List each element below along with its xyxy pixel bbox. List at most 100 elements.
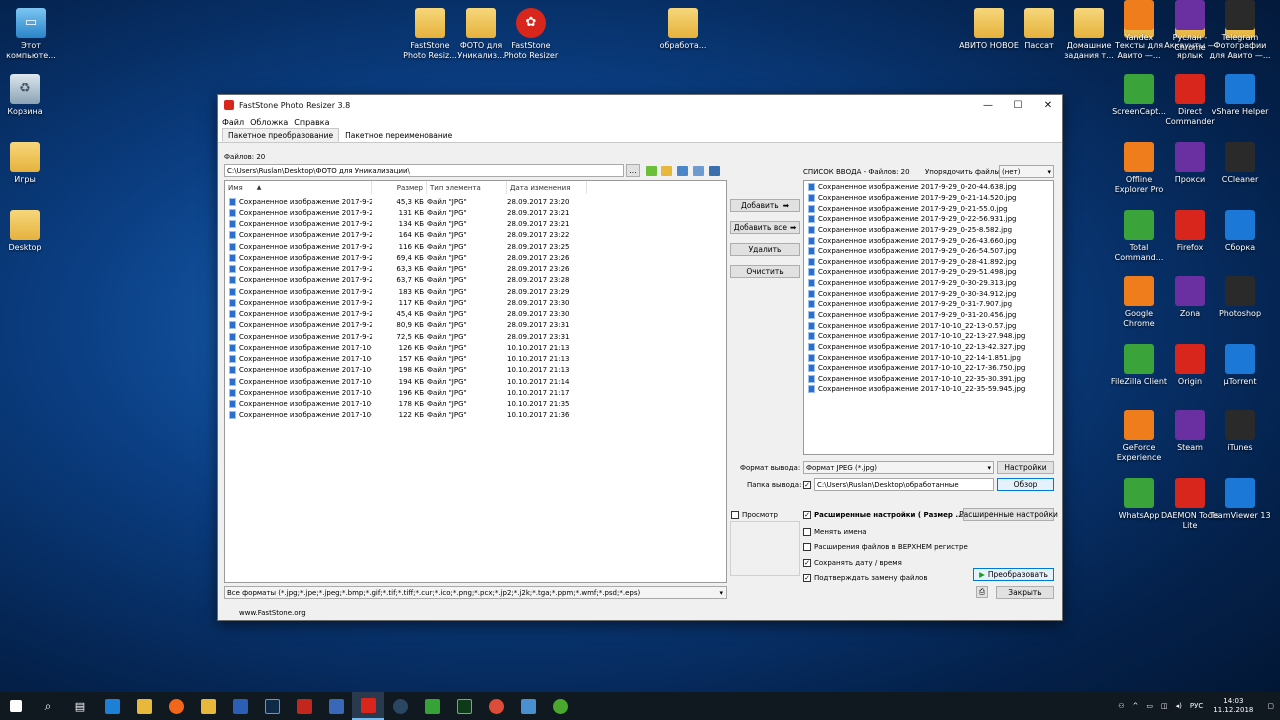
list-item[interactable]: Сохраненное изображение 2017-9-29_0-26-5… xyxy=(804,246,1053,257)
list-item[interactable]: Сохраненное изображение 2017-9-29_0-22-5… xyxy=(804,214,1053,225)
list-item[interactable]: Сохраненное изображение 2017-10-10_22-17… xyxy=(804,363,1053,374)
menu-file[interactable]: Файл xyxy=(222,118,244,127)
taskbar-filezilla[interactable] xyxy=(288,692,320,720)
desktop-icon-telegram[interactable]: Telegram xyxy=(1209,0,1271,43)
table-row[interactable]: Сохраненное изображение 2017-10-... 178 К… xyxy=(229,399,589,410)
table-row[interactable]: Сохраненное изображение 2017-9-2... 72,5 … xyxy=(229,331,589,342)
list-item[interactable]: Сохраненное изображение 2017-9-29_0-26-4… xyxy=(804,235,1053,246)
list-item[interactable]: Сохраненное изображение 2017-10-10_22-35… xyxy=(804,374,1053,385)
menu-help[interactable]: Справка xyxy=(294,118,329,127)
settings-button[interactable]: Настройки xyxy=(997,461,1054,474)
input-list[interactable]: Сохраненное изображение 2017-9-29_0-20-4… xyxy=(803,180,1054,455)
table-row[interactable]: Сохраненное изображение 2017-9-2... 45,3 … xyxy=(229,196,589,207)
table-row[interactable]: Сохраненное изображение 2017-9-2... 183 К… xyxy=(229,286,589,297)
taskbar-chrome[interactable] xyxy=(480,692,512,720)
view-details-icon[interactable] xyxy=(709,166,720,176)
taskbar-utorrent[interactable] xyxy=(544,692,576,720)
table-row[interactable]: Сохраненное изображение 2017-9-2... 164 К… xyxy=(229,230,589,241)
table-row[interactable]: Сохраненное изображение 2017-9-2... 45,4 … xyxy=(229,309,589,320)
preview-toggle[interactable]: Просмотр xyxy=(731,511,778,519)
tab-batch-convert[interactable]: Пакетное преобразование xyxy=(222,128,340,142)
taskbar-shield[interactable] xyxy=(224,692,256,720)
sort-select[interactable]: (нет) ▾ xyxy=(999,165,1054,178)
table-row[interactable]: Сохраненное изображение 2017-9-2... 134 К… xyxy=(229,219,589,230)
output-folder-checkbox[interactable]: ✓ xyxy=(803,481,811,489)
table-row[interactable]: Сохраненное изображение 2017-9-2... 117 К… xyxy=(229,297,589,308)
list-item[interactable]: Сохраненное изображение 2017-9-29_0-30-3… xyxy=(804,288,1053,299)
desktop-icon-winrar[interactable]: Сборка xyxy=(1209,210,1271,253)
option-uppercase-ext[interactable]: Расширения файлов в ВЕРХНЕМ регистре xyxy=(803,543,968,551)
table-row[interactable]: Сохраненное изображение 2017-10-... 122 К… xyxy=(229,410,589,421)
path-input[interactable]: C:\Users\Ruslan\Desktop\ФОТО для Уникали… xyxy=(224,164,624,177)
confirm-overwrite-checkbox[interactable]: ✓ xyxy=(803,574,811,582)
search-button[interactable]: ⌕ xyxy=(32,692,64,720)
desktop-icon-desktop[interactable]: Desktop xyxy=(0,210,56,253)
list-item[interactable]: Сохраненное изображение 2017-9-29_0-30-2… xyxy=(804,278,1053,289)
folder-icon[interactable] xyxy=(661,166,672,176)
table-row[interactable]: Сохраненное изображение 2017-10-... 157 К… xyxy=(229,354,589,365)
desktop-icon-ccleaner[interactable]: CCleaner xyxy=(1209,142,1271,185)
option-confirm-overwrite[interactable]: ✓ Подтверждать замену файлов xyxy=(803,574,927,582)
desktop-icon-processed-folder[interactable]: обработа... xyxy=(652,8,714,51)
tab-batch-rename[interactable]: Пакетное переименование xyxy=(339,128,458,142)
desktop-icon-utorrent[interactable]: µTorrent xyxy=(1209,344,1271,387)
close-button[interactable]: ✕ xyxy=(1033,95,1063,115)
taskbar-screencapture[interactable] xyxy=(416,692,448,720)
list-item[interactable]: Сохраненное изображение 2017-9-29_0-20-4… xyxy=(804,182,1053,193)
view-thumbnails-icon[interactable] xyxy=(677,166,688,176)
desktop-icon-recycle-bin[interactable]: ♻ Корзина xyxy=(0,74,56,117)
column-header-type[interactable]: Тип элемента xyxy=(427,181,507,194)
maximize-button[interactable]: ☐ xyxy=(1003,95,1033,115)
advanced-settings-button[interactable]: Расширенные настройки xyxy=(959,508,1058,521)
desktop-icon-photoshop[interactable]: Photoshop xyxy=(1209,276,1271,319)
taskbar-explorer[interactable] xyxy=(128,692,160,720)
log-icon[interactable]: ⎙ xyxy=(976,586,988,598)
table-row[interactable]: Сохраненное изображение 2017-9-2... 63,7 … xyxy=(229,275,589,286)
taskbar-edge[interactable] xyxy=(96,692,128,720)
column-header-date[interactable]: Дата изменения xyxy=(507,181,587,194)
list-item[interactable]: Сохраненное изображение 2017-10-10_22-13… xyxy=(804,320,1053,331)
title-bar[interactable]: FastStone Photo Resizer 3.8 — ☐ ✕ xyxy=(218,95,1062,115)
file-browser-list[interactable]: Имя ▲ Размер Тип элемента Дата изменения … xyxy=(224,180,727,583)
list-item[interactable]: Сохраненное изображение 2017-9-29_0-25-8… xyxy=(804,225,1053,236)
list-item[interactable]: Сохраненное изображение 2017-10-10_22-35… xyxy=(804,384,1053,395)
add-button[interactable]: Добавить ➡ xyxy=(730,199,800,212)
formats-filter-select[interactable]: Все форматы (*.jpg;*.jpe;*.jpeg;*.bmp;*.… xyxy=(224,586,727,599)
start-button[interactable] xyxy=(0,692,32,720)
battery-icon[interactable]: ▭ xyxy=(1146,702,1153,710)
desktop-icon-teamviewer[interactable]: TeamViewer 13 xyxy=(1209,478,1271,521)
desktop-icon-this-pc[interactable]: ▭ Этот компьюте... xyxy=(0,8,62,61)
desktop-icon-itunes[interactable]: iTunes xyxy=(1209,410,1271,453)
list-item[interactable]: Сохраненное изображение 2017-9-29_0-21-5… xyxy=(804,203,1053,214)
output-folder-input[interactable]: C:\Users\Ruslan\Desktop\обработанные xyxy=(814,478,994,491)
desktop-icon-games[interactable]: Игры xyxy=(0,142,56,185)
advanced-checkbox[interactable]: ✓ xyxy=(803,511,811,519)
table-row[interactable]: Сохраненное изображение 2017-10-... 126 К… xyxy=(229,342,589,353)
table-row[interactable]: Сохраненное изображение 2017-10-... 196 К… xyxy=(229,387,589,398)
list-item[interactable]: Сохраненное изображение 2017-10-10_22-13… xyxy=(804,331,1053,342)
convert-button[interactable]: ▶ Преобразовать xyxy=(973,568,1054,581)
clock[interactable]: 14:03 11.12.2018 xyxy=(1213,697,1253,715)
menu-skin[interactable]: Обложка xyxy=(250,118,288,127)
clear-button[interactable]: Очистить xyxy=(730,265,800,278)
rename-checkbox[interactable] xyxy=(803,528,811,536)
advanced-option[interactable]: ✓ Расширенные настройки ( Размер ... ) xyxy=(803,511,969,519)
taskbar-app[interactable] xyxy=(512,692,544,720)
column-header-size[interactable]: Размер xyxy=(372,181,427,194)
taskbar-floppy[interactable] xyxy=(320,692,352,720)
desktop-icon-vshare[interactable]: vShare Helper xyxy=(1209,74,1271,117)
notifications-icon[interactable]: ▢ xyxy=(1267,702,1274,710)
browse-button[interactable]: Обзор xyxy=(997,478,1054,491)
website-link[interactable]: www.FastStone.org xyxy=(239,609,306,617)
view-list-icon[interactable] xyxy=(693,166,704,176)
people-icon[interactable]: ⚇ xyxy=(1118,702,1124,710)
desktop-icon-faststone-app[interactable]: ✿ FastStone Photo Resizer xyxy=(500,8,562,61)
remove-button[interactable]: Удалить xyxy=(730,243,800,256)
option-rename[interactable]: Менять имена xyxy=(803,528,867,536)
folder-up-icon[interactable] xyxy=(646,166,657,176)
taskbar-steam[interactable] xyxy=(384,692,416,720)
table-row[interactable]: Сохраненное изображение 2017-9-2... 131 К… xyxy=(229,207,589,218)
preview-checkbox[interactable] xyxy=(731,511,739,519)
taskbar-firefox[interactable] xyxy=(160,692,192,720)
option-keep-date[interactable]: ✓ Сохранять дату / время xyxy=(803,559,902,567)
